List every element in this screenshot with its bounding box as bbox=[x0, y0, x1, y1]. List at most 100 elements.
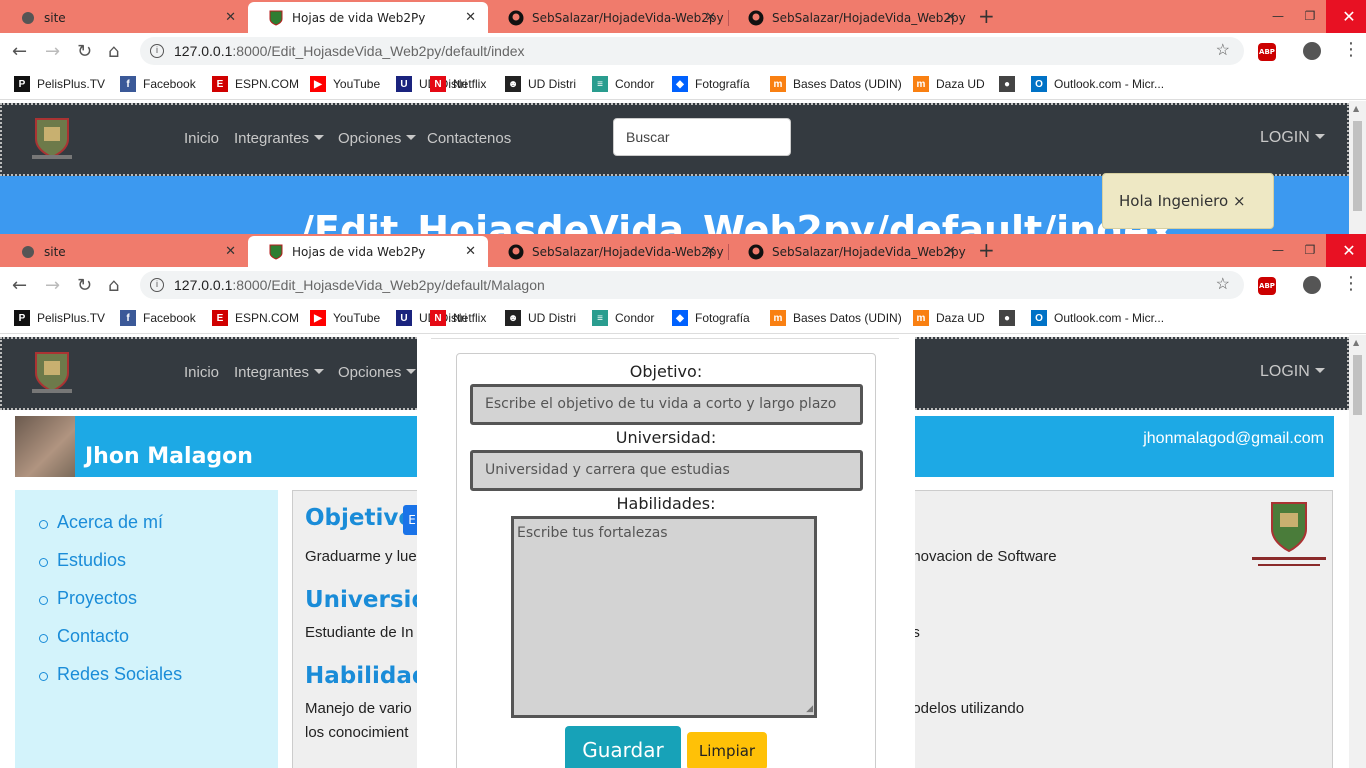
tab-hojas-de-vida[interactable]: Hojas de vida Web2Py ✕ bbox=[248, 236, 488, 267]
objetivo-input[interactable]: Escribe el objetivo de tu vida a corto y… bbox=[470, 384, 863, 425]
bookmark-1[interactable]: f Facebook bbox=[120, 310, 196, 326]
save-button[interactable]: Guardar bbox=[565, 726, 681, 768]
tab-github-2[interactable]: SebSalazar/HojadeVida_Web2py ✕ bbox=[728, 2, 968, 33]
person-icon: ☻ bbox=[505, 76, 521, 92]
minimize-icon[interactable]: — bbox=[1262, 0, 1294, 33]
bookmark-5[interactable]: N Netflix bbox=[430, 310, 486, 326]
restore-icon[interactable]: ❐ bbox=[1294, 0, 1326, 33]
nav-inicio[interactable]: Inicio bbox=[184, 130, 219, 147]
clear-button[interactable]: Limpiar bbox=[687, 732, 767, 768]
side-link-redes[interactable]: Redes Sociales bbox=[38, 664, 182, 702]
bookmark-8[interactable]: ◆ Fotografía bbox=[672, 76, 750, 92]
bookmark-1[interactable]: f Facebook bbox=[120, 76, 196, 92]
bookmark-3[interactable]: ▶ YouTube bbox=[310, 76, 380, 92]
resize-grip-icon[interactable]: ◢ bbox=[806, 704, 813, 714]
back-icon[interactable]: ← bbox=[12, 275, 27, 296]
bookmark-2[interactable]: E ESPN.COM bbox=[212, 310, 299, 326]
tab-site[interactable]: site ✕ bbox=[0, 2, 248, 33]
bookmark-0[interactable]: P PelisPlus.TV bbox=[14, 310, 105, 326]
close-tab-icon[interactable]: ✕ bbox=[225, 244, 236, 259]
search-input[interactable]: Buscar bbox=[613, 118, 791, 156]
home-icon[interactable]: ⌂ bbox=[108, 41, 119, 62]
tab-github-1[interactable]: SebSalazar/HojadeVida-Web2py ✕ bbox=[488, 236, 729, 267]
side-link-proyectos[interactable]: Proyectos bbox=[38, 588, 182, 626]
browser-window-malagon: site ✕ Hojas de vida Web2Py ✕ SebSalazar… bbox=[0, 234, 1366, 768]
bookmark-star-icon[interactable]: ☆ bbox=[1216, 271, 1230, 299]
login-dropdown[interactable]: LOGIN bbox=[1260, 363, 1325, 381]
modal-divider bbox=[431, 338, 899, 339]
bookmark-11[interactable]: ● bbox=[999, 76, 1022, 92]
scroll-thumb[interactable] bbox=[1353, 355, 1362, 415]
profile-email[interactable]: jhonmalagod@gmail.com bbox=[1143, 430, 1324, 448]
universidad-input[interactable]: Universidad y carrera que estudias bbox=[470, 450, 863, 491]
side-link-contacto[interactable]: Contacto bbox=[38, 626, 182, 664]
bookmark-0[interactable]: P PelisPlus.TV bbox=[14, 76, 105, 92]
minimize-icon[interactable]: — bbox=[1262, 234, 1294, 267]
adblock-icon[interactable]: ABP bbox=[1258, 277, 1276, 295]
nav-integrantes[interactable]: Integrantes bbox=[234, 364, 324, 381]
tab-github-1[interactable]: SebSalazar/HojadeVida-Web2py ✕ bbox=[488, 2, 729, 33]
bookmark-2[interactable]: E ESPN.COM bbox=[212, 76, 299, 92]
bookmark-star-icon[interactable]: ☆ bbox=[1216, 37, 1230, 65]
window-close-icon[interactable]: ✕ bbox=[1326, 0, 1366, 33]
bookmark-3[interactable]: ▶ YouTube bbox=[310, 310, 380, 326]
bookmark-9[interactable]: m Bases Datos (UDIN) bbox=[770, 76, 902, 92]
bookmark-9[interactable]: m Bases Datos (UDIN) bbox=[770, 310, 902, 326]
account-icon[interactable] bbox=[1303, 42, 1321, 60]
close-tab-icon[interactable]: ✕ bbox=[705, 10, 716, 25]
back-icon[interactable]: ← bbox=[12, 41, 27, 62]
bookmark-12[interactable]: O Outlook.com - Micr... bbox=[1031, 76, 1164, 92]
new-tab-icon[interactable]: + bbox=[978, 238, 995, 262]
reload-icon[interactable]: ↻ bbox=[77, 275, 92, 296]
address-bar[interactable]: i 127.0.0.1:8000/Edit_HojasdeVida_Web2py… bbox=[140, 271, 1244, 299]
address-bar[interactable]: i 127.0.0.1:8000/Edit_HojasdeVida_Web2py… bbox=[140, 37, 1244, 65]
tab-github-2[interactable]: SebSalazar/HojadeVida_Web2py ✕ bbox=[728, 236, 968, 267]
nav-opciones[interactable]: Opciones bbox=[338, 364, 416, 381]
account-icon[interactable] bbox=[1303, 276, 1321, 294]
bookmark-10[interactable]: m Daza UD bbox=[913, 76, 985, 92]
side-link-estudios[interactable]: Estudios bbox=[38, 550, 182, 588]
forward-icon[interactable]: → bbox=[45, 41, 60, 62]
tab-hojas-de-vida[interactable]: Hojas de vida Web2Py ✕ bbox=[248, 2, 488, 33]
close-tab-icon[interactable]: ✕ bbox=[465, 10, 476, 25]
restore-icon[interactable]: ❐ bbox=[1294, 234, 1326, 267]
bookmark-6[interactable]: ☻ UD Distri bbox=[505, 310, 576, 326]
habilidades-textarea[interactable]: Escribe tus fortalezas ◢ bbox=[511, 516, 817, 718]
window-close-icon[interactable]: ✕ bbox=[1326, 234, 1366, 267]
home-icon[interactable]: ⌂ bbox=[108, 275, 119, 296]
close-tab-icon[interactable]: ✕ bbox=[465, 244, 476, 259]
nav-integrantes[interactable]: Integrantes bbox=[234, 130, 324, 147]
reload-icon[interactable]: ↻ bbox=[77, 41, 92, 62]
info-icon[interactable]: i bbox=[150, 278, 164, 292]
side-link-acerca[interactable]: Acerca de mí bbox=[38, 512, 182, 550]
close-tab-icon[interactable]: ✕ bbox=[945, 10, 956, 25]
close-tab-icon[interactable]: ✕ bbox=[225, 10, 236, 25]
scrollbar[interactable]: ▲ bbox=[1349, 101, 1366, 234]
scroll-up-icon[interactable]: ▲ bbox=[1353, 104, 1359, 113]
menu-icon[interactable]: ⋮ bbox=[1342, 39, 1360, 60]
close-tab-icon[interactable]: ✕ bbox=[945, 244, 956, 259]
scroll-thumb[interactable] bbox=[1353, 121, 1362, 211]
adblock-icon[interactable]: ABP bbox=[1258, 43, 1276, 61]
bookmark-8[interactable]: ◆ Fotografía bbox=[672, 310, 750, 326]
login-dropdown[interactable]: LOGIN bbox=[1260, 129, 1325, 147]
new-tab-icon[interactable]: + bbox=[978, 4, 995, 28]
bookmark-7[interactable]: ≡ Condor bbox=[592, 310, 654, 326]
tab-site[interactable]: site ✕ bbox=[0, 236, 248, 267]
close-tab-icon[interactable]: ✕ bbox=[705, 244, 716, 259]
info-icon[interactable]: i bbox=[150, 44, 164, 58]
bookmark-10[interactable]: m Daza UD bbox=[913, 310, 985, 326]
scroll-up-icon[interactable]: ▲ bbox=[1353, 338, 1359, 347]
flash-message[interactable]: Hola Ingeniero × bbox=[1102, 173, 1274, 229]
menu-icon[interactable]: ⋮ bbox=[1342, 273, 1360, 294]
scrollbar[interactable]: ▲ bbox=[1349, 335, 1366, 768]
bookmark-5[interactable]: N Netflix bbox=[430, 76, 486, 92]
bookmark-6[interactable]: ☻ UD Distri bbox=[505, 76, 576, 92]
nav-opciones[interactable]: Opciones bbox=[338, 130, 416, 147]
nav-inicio[interactable]: Inicio bbox=[184, 364, 219, 381]
bookmark-12[interactable]: O Outlook.com - Micr... bbox=[1031, 310, 1164, 326]
bookmark-7[interactable]: ≡ Condor bbox=[592, 76, 654, 92]
forward-icon[interactable]: → bbox=[45, 275, 60, 296]
nav-contactenos[interactable]: Contactenos bbox=[427, 130, 511, 147]
bookmark-11[interactable]: ● bbox=[999, 310, 1022, 326]
